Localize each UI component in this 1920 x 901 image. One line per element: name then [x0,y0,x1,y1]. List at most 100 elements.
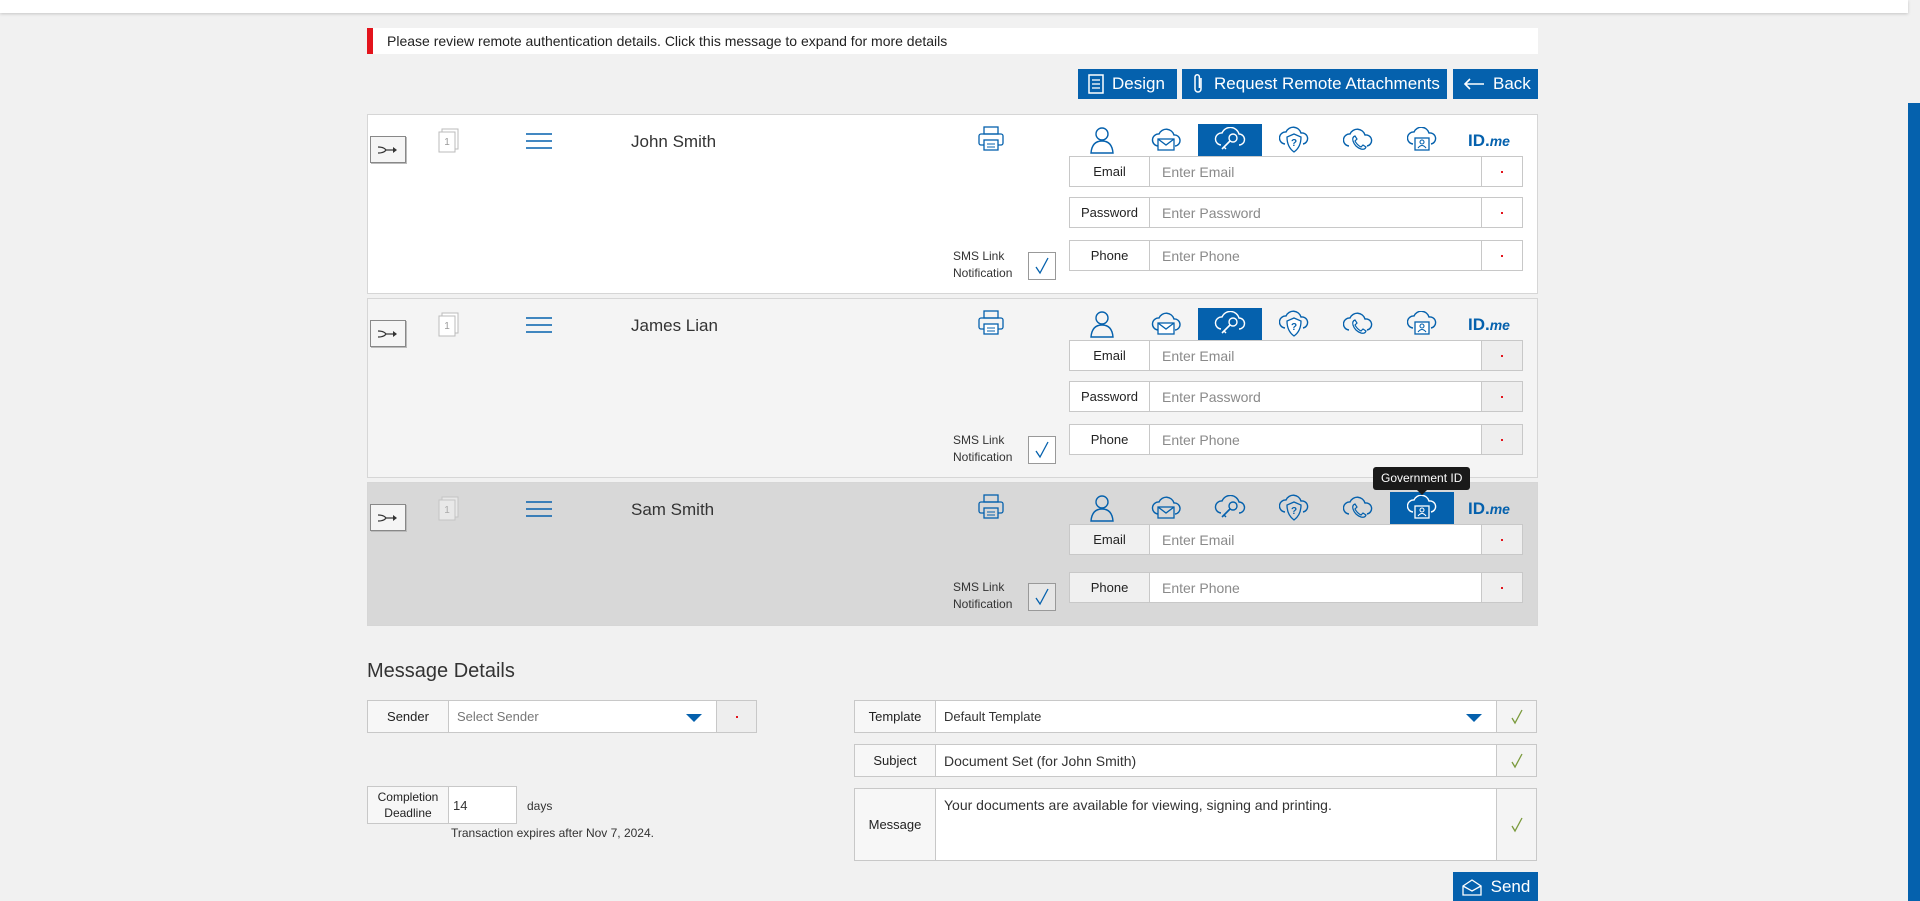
design-label: Design [1112,74,1165,93]
hamburger-menu-icon[interactable] [525,132,553,155]
email-label: Email [1069,524,1150,555]
template-select-value: Default Template [944,709,1042,724]
routing-button[interactable] [370,136,406,163]
request-remote-attachments-button[interactable]: Request Remote Attachments [1182,69,1447,99]
email-input[interactable]: Enter Email [1150,156,1482,187]
sms-notification-checkbox[interactable] [1028,583,1056,611]
send-label: Send [1490,877,1531,896]
printer-icon[interactable] [977,310,1005,341]
signer-name: John Smith [631,132,717,151]
completion-deadline-label: Completion Deadline [367,786,449,824]
right-edge-strip [1908,103,1920,901]
required-indicator [1482,524,1523,555]
required-indicator [1482,240,1523,271]
message-valid-indicator [1496,788,1537,861]
cloud-email-icon[interactable] [1134,308,1198,340]
days-unit-label: days [527,799,553,813]
idme-logo[interactable]: ID.me [1468,315,1510,335]
subject-input[interactable]: Document Set (for John Smith) [935,744,1497,777]
shield-question-icon[interactable]: ? [1262,124,1326,156]
cloud-phone-icon[interactable] [1326,124,1390,156]
template-select[interactable]: Default Template [935,700,1497,733]
sender-required-indicator [716,700,757,733]
user-icon[interactable] [1070,308,1134,340]
auth-methods: ? ID.me [1070,124,1530,156]
svg-text:?: ? [1291,506,1297,517]
required-indicator [1482,156,1523,187]
password-input[interactable]: Enter Password [1150,197,1482,228]
cloud-email-icon[interactable] [1134,124,1198,156]
phone-field-row: Phone Enter Phone [1069,240,1523,271]
phone-input[interactable]: Enter Phone [1150,424,1482,455]
sms-notification-checkbox[interactable] [1028,436,1056,464]
checkmark-icon [1510,709,1523,724]
government-id-icon[interactable] [1390,308,1454,340]
svg-text:1: 1 [444,505,450,516]
printer-icon[interactable] [977,494,1005,525]
sender-select-value: Select Sender [457,709,539,724]
document-count-icon: 1 [437,128,461,159]
government-id-icon[interactable] [1390,492,1454,524]
phone-label: Phone [1069,240,1150,271]
phone-input[interactable]: Enter Phone [1150,240,1482,271]
shield-question-icon[interactable]: ? [1262,492,1326,524]
auth-methods: ? ID.me [1070,308,1530,340]
email-label: Email [1069,340,1150,371]
request-remote-attachments-label: Request Remote Attachments [1214,74,1440,93]
paperclip-icon [1194,74,1202,93]
routing-button[interactable] [370,504,406,531]
sender-label: Sender [367,700,449,733]
top-bar [0,0,1908,13]
email-field-row: Email Enter Email [1069,340,1523,371]
printer-icon[interactable] [977,126,1005,157]
password-label: Password [1069,381,1150,412]
government-id-icon[interactable] [1390,124,1454,156]
auth-notice-banner[interactable]: Please review remote authentication deta… [367,28,1538,54]
phone-field-row: Phone Enter Phone [1069,424,1523,455]
required-indicator [1482,197,1523,228]
email-input[interactable]: Enter Email [1150,524,1482,555]
hamburger-menu-icon[interactable] [525,500,553,523]
user-icon[interactable] [1070,124,1134,156]
government-id-tooltip: Government ID [1373,467,1471,495]
sms-link-notification-label: SMS Link Notification [953,249,1013,280]
password-input[interactable]: Enter Password [1150,381,1482,412]
sms-link-notification-label: SMS Link Notification [953,580,1013,611]
cloud-phone-icon[interactable] [1326,492,1390,524]
cloud-key-icon[interactable] [1198,492,1262,524]
send-button[interactable]: Send [1453,872,1538,901]
deadline-days-input[interactable]: 14 [448,786,517,824]
chevron-down-icon [686,714,702,722]
cloud-key-icon[interactable] [1198,308,1262,340]
sms-notification-checkbox[interactable] [1028,252,1056,280]
checkmark-icon [1035,257,1049,275]
idme-logo[interactable]: ID.me [1468,499,1510,519]
message-textarea[interactable]: Your documents are available for viewing… [935,788,1497,861]
template-valid-indicator [1496,700,1537,733]
shield-question-icon[interactable]: ? [1262,308,1326,340]
required-indicator [1482,340,1523,371]
cloud-key-icon[interactable] [1198,124,1262,156]
design-button[interactable]: Design [1078,69,1177,99]
cloud-phone-icon[interactable] [1326,308,1390,340]
phone-input[interactable]: Enter Phone [1150,572,1482,603]
required-indicator [1482,381,1523,412]
document-count-icon: 1 [437,496,461,527]
idme-logo[interactable]: ID.me [1468,131,1510,151]
back-button[interactable]: Back [1453,69,1538,99]
checkmark-icon [1510,753,1523,768]
password-label: Password [1069,197,1150,228]
signer-row: 1 James Lian ? ID.me Email Enter Email P… [367,298,1538,478]
cloud-email-icon[interactable] [1134,492,1198,524]
design-icon [1088,74,1104,94]
user-icon[interactable] [1070,492,1134,524]
signer-row: 1 John Smith ? ID.me Email Enter Email P… [367,114,1538,294]
signer-row: 1 Sam Smith ? ID.me Email Enter Email SM… [367,482,1538,626]
password-field-row: Password Enter Password [1069,381,1523,412]
svg-text:?: ? [1291,138,1297,149]
routing-button[interactable] [370,320,406,347]
message-details-title: Message Details [367,660,515,682]
sender-select[interactable]: Select Sender [448,700,717,733]
email-input[interactable]: Enter Email [1150,340,1482,371]
hamburger-menu-icon[interactable] [525,316,553,339]
